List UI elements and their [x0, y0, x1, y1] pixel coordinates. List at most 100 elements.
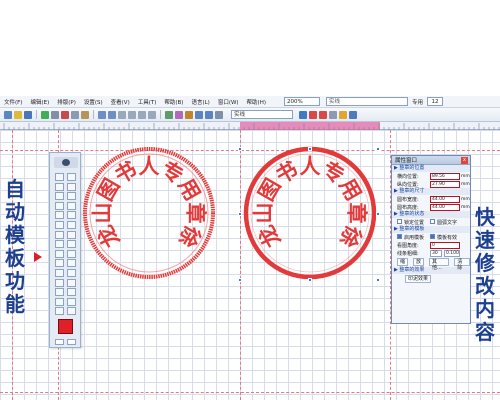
palette-tool-button[interactable]: [67, 278, 76, 287]
thickness-input[interactable]: 30: [430, 249, 442, 257]
menu-edit[interactable]: 编辑(E): [26, 98, 53, 106]
menu-language[interactable]: 语言(L): [187, 98, 213, 106]
x-position-input[interactable]: 89.56: [430, 172, 460, 180]
palette-tool-button[interactable]: [67, 288, 76, 297]
palette-tool-button[interactable]: [55, 259, 64, 268]
stroke-color-icon[interactable]: [309, 110, 317, 119]
redo-icon[interactable]: [108, 110, 116, 119]
apply-template-option[interactable]: 启用模板: [397, 233, 424, 241]
selection-handle[interactable]: [376, 147, 380, 151]
palette-tool-button[interactable]: [55, 182, 64, 191]
ungroup-icon[interactable]: [175, 110, 183, 119]
distribute-icon[interactable]: [148, 110, 156, 119]
toolbar-line-style-select[interactable]: 实线: [231, 110, 293, 119]
apply-template-checkbox[interactable]: [397, 233, 402, 239]
section-position[interactable]: ▶ 整章的位置: [392, 165, 470, 172]
enlarge-button[interactable]: 放: [413, 258, 425, 266]
shrink-button[interactable]: 缩: [397, 258, 409, 266]
palette-tool-button[interactable]: [55, 211, 64, 220]
selection-handle[interactable]: [238, 212, 242, 216]
copy-icon[interactable]: [71, 110, 79, 119]
y-position-input[interactable]: 27.90: [430, 180, 460, 188]
menu-help-b[interactable]: 帮助(B): [160, 98, 187, 106]
palette-bottom-icon[interactable]: [55, 339, 64, 345]
selection-handle[interactable]: [308, 278, 312, 282]
print-icon[interactable]: [51, 110, 59, 119]
template-valid-checkbox[interactable]: [430, 233, 436, 239]
menu-window[interactable]: 窗口(W): [214, 98, 243, 106]
menu-tools[interactable]: 工具(T): [134, 98, 161, 106]
selection-handle[interactable]: [238, 278, 242, 282]
palette-tool-button[interactable]: [55, 173, 64, 181]
pro-button[interactable]: 专用: [412, 98, 423, 106]
preview-eye-icon[interactable]: [54, 157, 78, 168]
selection-handle[interactable]: [376, 212, 380, 216]
palette-tool-button[interactable]: [55, 230, 64, 239]
palette-tool-button[interactable]: [67, 182, 76, 191]
section-size[interactable]: ▶ 整章的尺寸: [392, 188, 470, 195]
properties-title-bar[interactable]: 属性窗口 x: [392, 156, 470, 165]
palette-tool-button[interactable]: [55, 278, 64, 287]
effect-icon[interactable]: [339, 110, 347, 119]
section-template[interactable]: ▶ 整章的模板: [392, 226, 470, 233]
selection-handle[interactable]: [308, 147, 312, 151]
export-icon[interactable]: [349, 110, 357, 119]
menu-view[interactable]: 查看(V): [107, 98, 134, 106]
palette-tool-button[interactable]: [55, 240, 64, 249]
height-input[interactable]: 44.00: [430, 203, 460, 211]
open-icon[interactable]: [14, 110, 22, 119]
align-left-icon[interactable]: [118, 110, 126, 119]
zoom-icon[interactable]: [205, 110, 213, 119]
circle-text-checkbox[interactable]: [430, 218, 436, 224]
palette-tool-button[interactable]: [55, 288, 64, 297]
paste-icon[interactable]: [81, 110, 89, 119]
line-style-select[interactable]: 实线: [325, 97, 408, 106]
align-center-icon[interactable]: [128, 110, 136, 119]
palette-tool-button[interactable]: [67, 297, 76, 306]
new-icon[interactable]: [4, 110, 12, 119]
palette-tool-button[interactable]: [67, 201, 76, 210]
size-spinner[interactable]: 12: [427, 97, 443, 106]
text-style-icon[interactable]: [329, 110, 337, 119]
lock-position-option[interactable]: 锁定位置: [397, 218, 424, 226]
ink-effect-button[interactable]: 印泥效果: [405, 275, 432, 283]
angle-input[interactable]: 0: [430, 241, 460, 249]
menu-file[interactable]: 文件(F): [0, 98, 26, 106]
line-width-icon[interactable]: [299, 110, 307, 119]
layer-icon[interactable]: [195, 110, 203, 119]
grid-icon[interactable]: [215, 110, 223, 119]
palette-tool-button[interactable]: [67, 211, 76, 220]
palette-tool-button[interactable]: [55, 307, 64, 316]
selection-handle[interactable]: [238, 147, 242, 151]
seal-left[interactable]: 龙山图书人专用章徐: [80, 144, 218, 282]
selection-handle[interactable]: [376, 278, 380, 282]
cut-icon[interactable]: [61, 110, 69, 119]
palette-tool-button[interactable]: [67, 249, 76, 258]
width-input[interactable]: 44.00: [430, 195, 460, 203]
palette-tool-button[interactable]: [55, 297, 64, 306]
palette-tool-button[interactable]: [67, 269, 76, 277]
run-icon[interactable]: [41, 110, 49, 119]
circle-text-option[interactable]: 圆弧文字: [430, 218, 457, 226]
lock-position-checkbox[interactable]: [397, 218, 402, 224]
section-status[interactable]: ▶ 整章的状态: [392, 211, 470, 218]
close-icon[interactable]: x: [461, 157, 468, 164]
palette-tool-button[interactable]: [67, 192, 76, 201]
palette-tool-button[interactable]: [67, 173, 76, 181]
menu-settings[interactable]: 设置(S): [80, 98, 107, 106]
palette-tool-button[interactable]: [67, 240, 76, 249]
align-right-icon[interactable]: [138, 110, 146, 119]
seal-right[interactable]: 龙山图书人专用章徐: [241, 144, 379, 282]
palette-tool-button[interactable]: [55, 249, 64, 258]
template-valid-option[interactable]: 模板有效: [430, 233, 457, 241]
zoom-select[interactable]: 200%: [283, 97, 320, 106]
undo-icon[interactable]: [98, 110, 106, 119]
menu-layout[interactable]: 排版(P): [53, 98, 80, 106]
palette-tool-button[interactable]: [55, 201, 64, 210]
palette-tool-button[interactable]: [67, 221, 76, 229]
palette-tool-button[interactable]: [55, 269, 64, 277]
palette-tool-button[interactable]: [67, 307, 76, 316]
palette-tool-button[interactable]: [67, 259, 76, 268]
other-button[interactable]: 其他...: [429, 258, 450, 271]
lock-icon[interactable]: [185, 110, 193, 119]
